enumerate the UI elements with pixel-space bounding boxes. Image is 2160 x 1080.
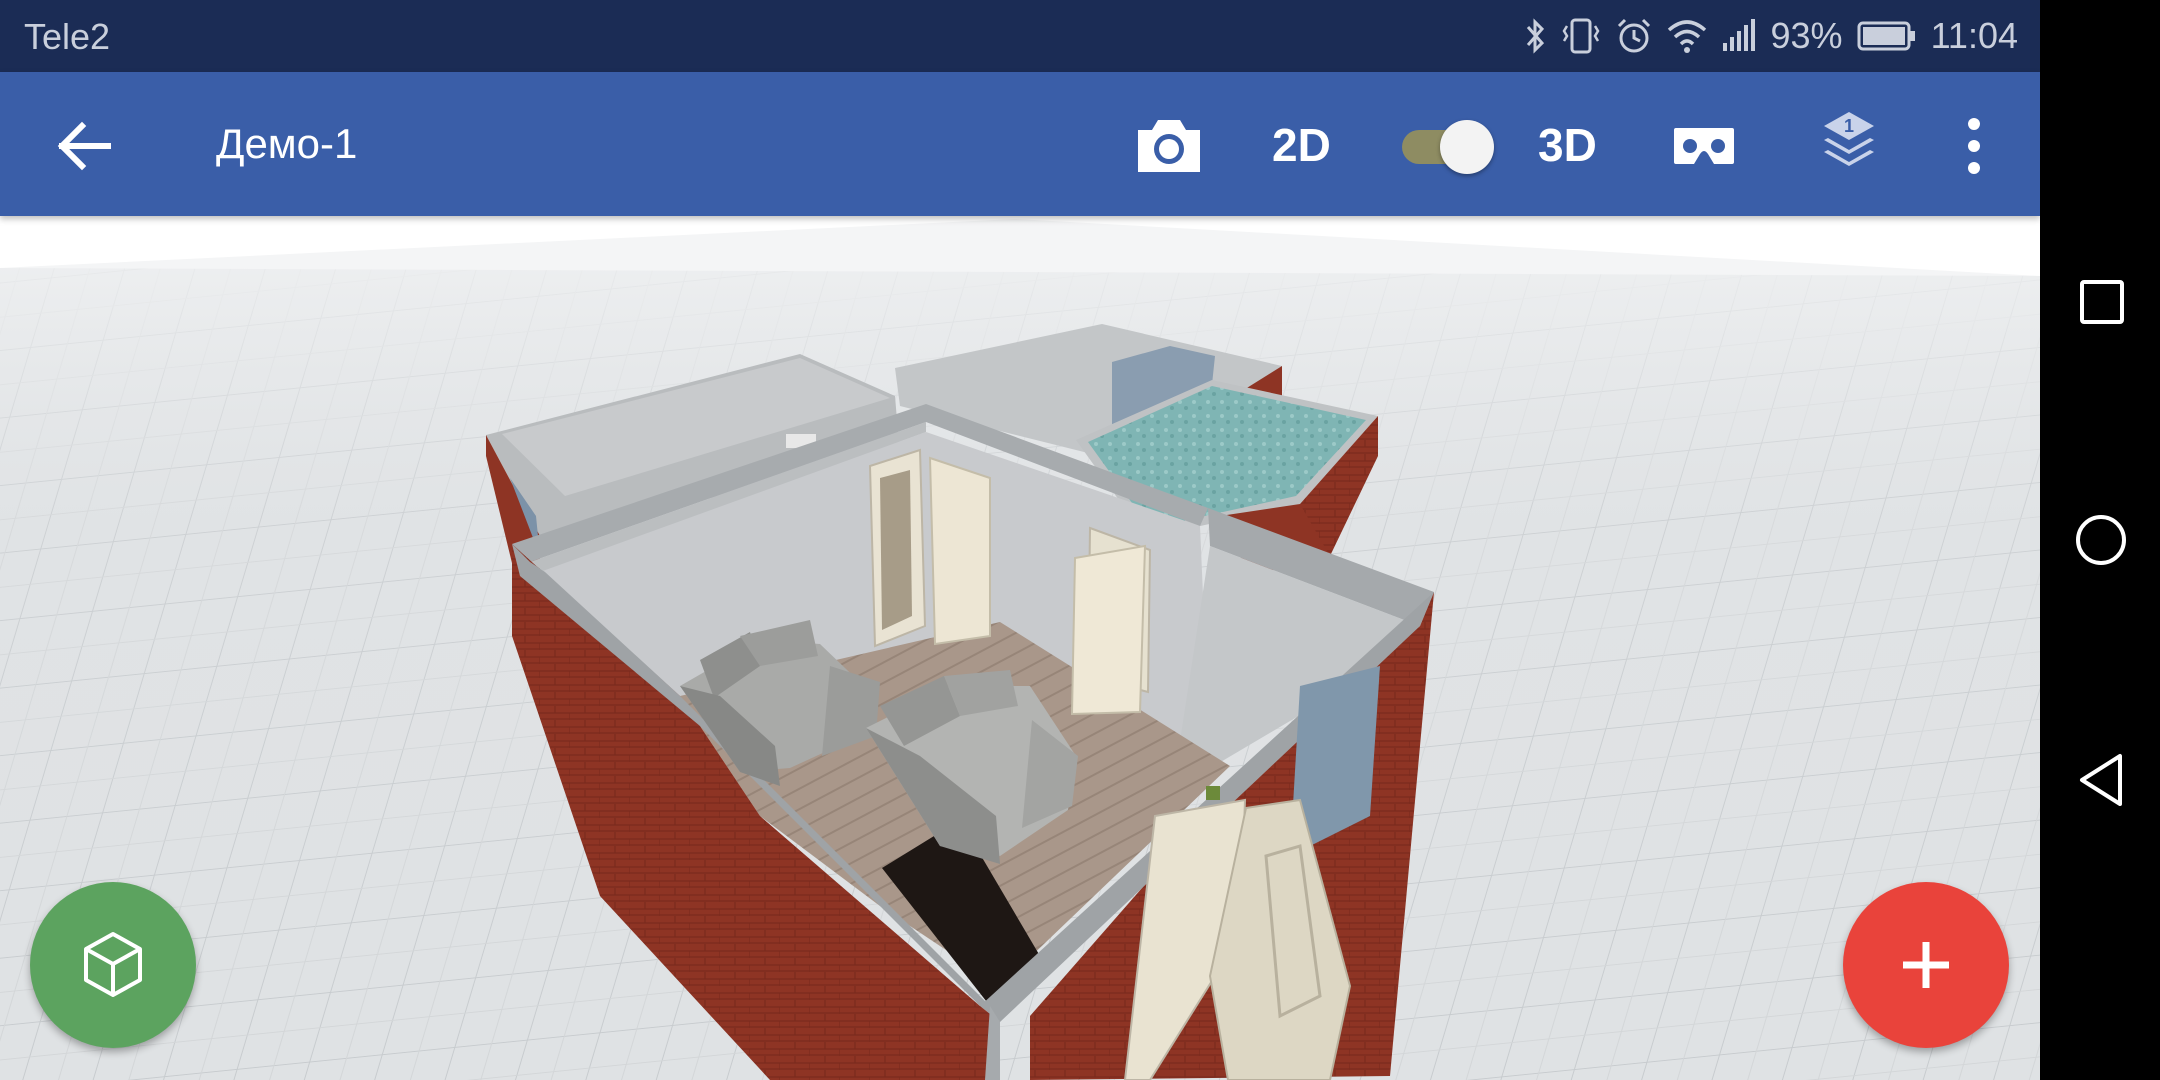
home-circle-icon bbox=[2076, 515, 2126, 565]
back-arrow-icon[interactable] bbox=[48, 110, 120, 182]
wifi-icon bbox=[1667, 20, 1706, 53]
home-button[interactable] bbox=[2040, 480, 2160, 600]
3d-viewport[interactable] bbox=[0, 216, 2040, 1080]
camera-icon[interactable] bbox=[1134, 116, 1204, 176]
back-button[interactable] bbox=[2040, 720, 2160, 840]
switch-thumb bbox=[1440, 120, 1494, 174]
3d-scene[interactable] bbox=[0, 216, 2040, 1080]
back-triangle-icon bbox=[2080, 754, 2122, 806]
system-navigation-bar bbox=[2040, 0, 2160, 1080]
battery-percent: 93% bbox=[1770, 15, 1843, 56]
recents-square-icon bbox=[2080, 280, 2124, 324]
app-bar: Демо-1 2D 3D 1 bbox=[0, 72, 2040, 216]
add-fab[interactable] bbox=[1843, 882, 2009, 1048]
app-screen: Tele2 93% 11:04 Демо-1 2D 3D 1 bbox=[0, 0, 2040, 1080]
battery-icon bbox=[1857, 21, 1915, 51]
alarm-icon bbox=[1617, 18, 1650, 53]
plus-icon bbox=[1903, 942, 1949, 988]
layer-number: 1 bbox=[1844, 116, 1854, 136]
mode-2d-label[interactable]: 2D bbox=[1272, 118, 1331, 172]
mode-3d-label[interactable]: 3D bbox=[1538, 118, 1597, 172]
vibrate-icon bbox=[1562, 18, 1599, 54]
bluetooth-icon bbox=[1526, 18, 1544, 54]
signal-icon bbox=[1722, 19, 1755, 51]
more-vert-icon[interactable] bbox=[1960, 114, 1988, 178]
status-icons: 93% 11:04 bbox=[1525, 12, 2018, 60]
recents-button[interactable] bbox=[2040, 240, 2160, 360]
project-title: Демо-1 bbox=[216, 120, 358, 167]
status-bar: Tele2 93% 11:04 bbox=[0, 0, 2040, 72]
mode-toggle-switch[interactable] bbox=[1398, 116, 1498, 176]
vr-headset-icon[interactable] bbox=[1672, 122, 1736, 170]
carrier-name: Tele2 bbox=[24, 16, 111, 57]
cube-icon bbox=[84, 932, 142, 997]
3d-objects-fab[interactable] bbox=[30, 882, 196, 1048]
clock: 11:04 bbox=[1930, 15, 2018, 56]
layers-icon[interactable]: 1 bbox=[1820, 108, 1878, 174]
